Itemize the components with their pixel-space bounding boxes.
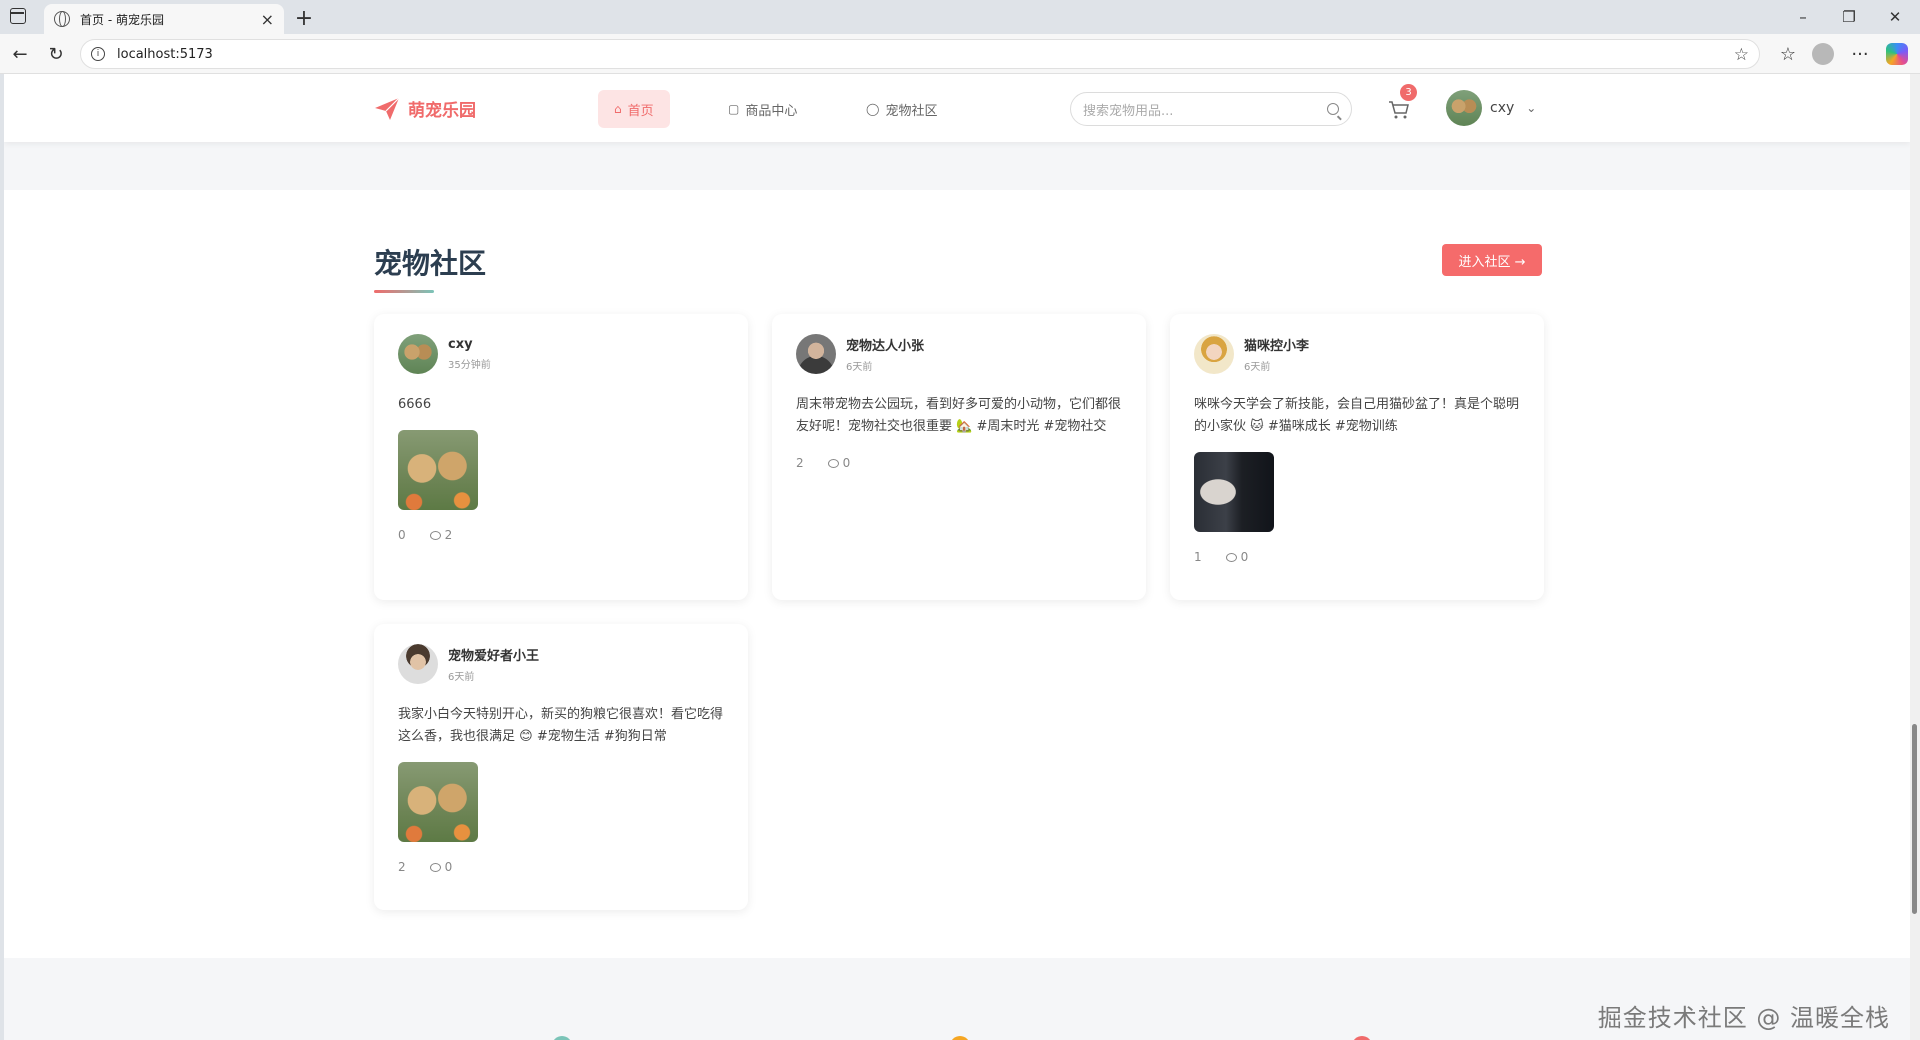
scrollbar-thumb[interactable] [1912, 724, 1917, 914]
avatar [1446, 90, 1482, 126]
paper-plane-icon [375, 97, 400, 120]
logo-text: 萌宠乐园 [408, 101, 476, 121]
title-underline [374, 290, 434, 293]
enter-community-button[interactable]: 进入社区 → [1442, 244, 1542, 276]
author-avatar [1194, 334, 1234, 374]
author-name: 宠物达人小张 [846, 339, 925, 354]
watermark: 掘金技术社区 @ 温暖全栈 [1597, 1004, 1890, 1032]
tab-title: 首页 - 萌宠乐园 [80, 12, 164, 27]
search-icon[interactable] [1327, 103, 1339, 115]
nav-home-label: 首页 [627, 103, 654, 119]
section-title: 宠物社区 [374, 247, 487, 280]
favorite-star-icon[interactable]: ☆ [1734, 45, 1749, 65]
more-menu-icon[interactable]: ··· [1848, 42, 1872, 66]
user-menu[interactable]: cxy ⌄ [1446, 90, 1536, 126]
site-info-icon[interactable]: i [91, 47, 105, 61]
copilot-icon[interactable] [1886, 43, 1908, 65]
address-bar-row: ← ↻ i localhost:5173 ☆ ☆ ··· [0, 34, 1920, 74]
page-viewport: 萌宠乐园 ⌂ 首页 ▢ 商品中心 ◯ 宠物社区 搜索宠物用品... 3 cxy … [4, 74, 1910, 1040]
footer-decoration [552, 1036, 572, 1040]
url-text: localhost:5173 [117, 46, 213, 62]
comment-count-value: 0 [1240, 550, 1249, 564]
post-content: 周末带宠物去公园玩，看到好多可爱的小动物，它们都很友好呢！宠物社交也很重要 🏡 … [796, 397, 1122, 434]
like-count[interactable]: 0 [398, 528, 406, 542]
post-card[interactable]: cxy 35分钟前 6666 0 2 [374, 314, 748, 600]
nav-community-label: 宠物社区 [885, 103, 938, 119]
post-time: 6天前 [1244, 362, 1271, 373]
minimize-button[interactable]: – [1780, 0, 1826, 34]
author-avatar [398, 334, 438, 374]
reload-icon[interactable]: ↻ [44, 42, 68, 66]
home-icon: ⌂ [614, 102, 622, 116]
comment-count[interactable]: 0 [1225, 550, 1249, 564]
post-content: 我家小白今天特别开心，新买的狗粮它很喜欢！看它吃得这么香，我也很满足 😊 #宠物… [398, 707, 724, 744]
restore-button[interactable]: ❐ [1826, 0, 1872, 34]
favorites-icon[interactable]: ☆ [1776, 42, 1800, 66]
post-time: 35分钟前 [448, 360, 491, 371]
page-footer: 掘金技术社区 @ 温暖全栈 [4, 958, 1910, 1040]
logo[interactable]: 萌宠乐园 [374, 96, 476, 121]
search-placeholder: 搜索宠物用品... [1083, 103, 1174, 119]
comment-count[interactable]: 2 [429, 528, 453, 542]
footer-decoration [1352, 1036, 1372, 1040]
post-card[interactable]: 猫咪控小李 6天前 咪咪今天学会了新技能，会自己用猫砂盆了！真是个聪明的小家伙 … [1170, 314, 1544, 600]
like-count[interactable]: 1 [1194, 550, 1202, 564]
tab-actions-icon[interactable] [10, 8, 26, 24]
comment-icon [429, 530, 441, 540]
like-count[interactable]: 2 [398, 860, 406, 874]
post-content: 咪咪今天学会了新技能，会自己用猫砂盆了！真是个聪明的小家伙 🐱 #猫咪成长 #宠… [1194, 397, 1520, 434]
globe-icon [54, 11, 70, 27]
comment-count-value: 2 [444, 528, 453, 542]
browser-tab-bar: 首页 - 萌宠乐园 × + – ❐ ✕ [0, 0, 1920, 34]
post-card[interactable]: 宠物爱好者小王 6天前 我家小白今天特别开心，新买的狗粮它很喜欢！看它吃得这么香… [374, 624, 748, 910]
comment-icon [827, 458, 839, 468]
nav-shop[interactable]: ▢ 商品中心 [712, 90, 813, 128]
author-avatar [796, 334, 836, 374]
post-image[interactable] [1194, 452, 1274, 532]
post-time: 6天前 [448, 672, 475, 683]
nav-community[interactable]: ◯ 宠物社区 [850, 90, 953, 128]
comment-count[interactable]: 0 [827, 456, 851, 470]
post-content: 6666 [398, 397, 432, 412]
footer-decoration [950, 1036, 970, 1040]
page-scrollbar[interactable] [1910, 74, 1920, 1040]
author-name: 猫咪控小李 [1244, 339, 1310, 354]
author-avatar [398, 644, 438, 684]
comment-count-value: 0 [444, 860, 453, 874]
post-image[interactable] [398, 762, 478, 842]
community-section: 宠物社区 进入社区 → cxy 35分钟前 6666 0 2 宠物达人小张 6天… [4, 190, 1910, 958]
comment-icon [429, 862, 441, 872]
cart-count-badge: 3 [1400, 84, 1417, 101]
username: cxy [1490, 100, 1515, 116]
post-card[interactable]: 宠物达人小张 6天前 周末带宠物去公园玩，看到好多可爱的小动物，它们都很友好呢！… [772, 314, 1146, 600]
nav-home[interactable]: ⌂ 首页 [598, 90, 670, 128]
url-field[interactable]: i localhost:5173 ☆ [80, 39, 1760, 69]
window-close-button[interactable]: ✕ [1872, 0, 1918, 34]
author-name: 宠物爱好者小王 [448, 649, 540, 664]
chevron-down-icon: ⌄ [1526, 101, 1537, 115]
cart-icon[interactable] [1388, 100, 1410, 120]
back-icon[interactable]: ← [8, 42, 32, 66]
comment-icon [1225, 552, 1237, 562]
search-input[interactable]: 搜索宠物用品... [1070, 92, 1352, 126]
like-count[interactable]: 2 [796, 456, 804, 470]
close-tab-icon[interactable]: × [261, 10, 274, 29]
post-image[interactable] [398, 430, 478, 510]
nav-shop-label: 商品中心 [745, 103, 798, 119]
author-name: cxy [448, 337, 473, 352]
comment-count[interactable]: 0 [429, 860, 453, 874]
new-tab-button[interactable]: + [290, 4, 318, 32]
chat-icon: ◯ [866, 102, 880, 116]
site-header: 萌宠乐园 ⌂ 首页 ▢ 商品中心 ◯ 宠物社区 搜索宠物用品... 3 cxy … [4, 74, 1910, 142]
post-time: 6天前 [846, 362, 873, 373]
profile-icon[interactable] [1812, 43, 1834, 65]
comment-count-value: 0 [842, 456, 851, 470]
browser-tab[interactable]: 首页 - 萌宠乐园 × [44, 4, 284, 34]
shop-icon: ▢ [728, 102, 740, 116]
